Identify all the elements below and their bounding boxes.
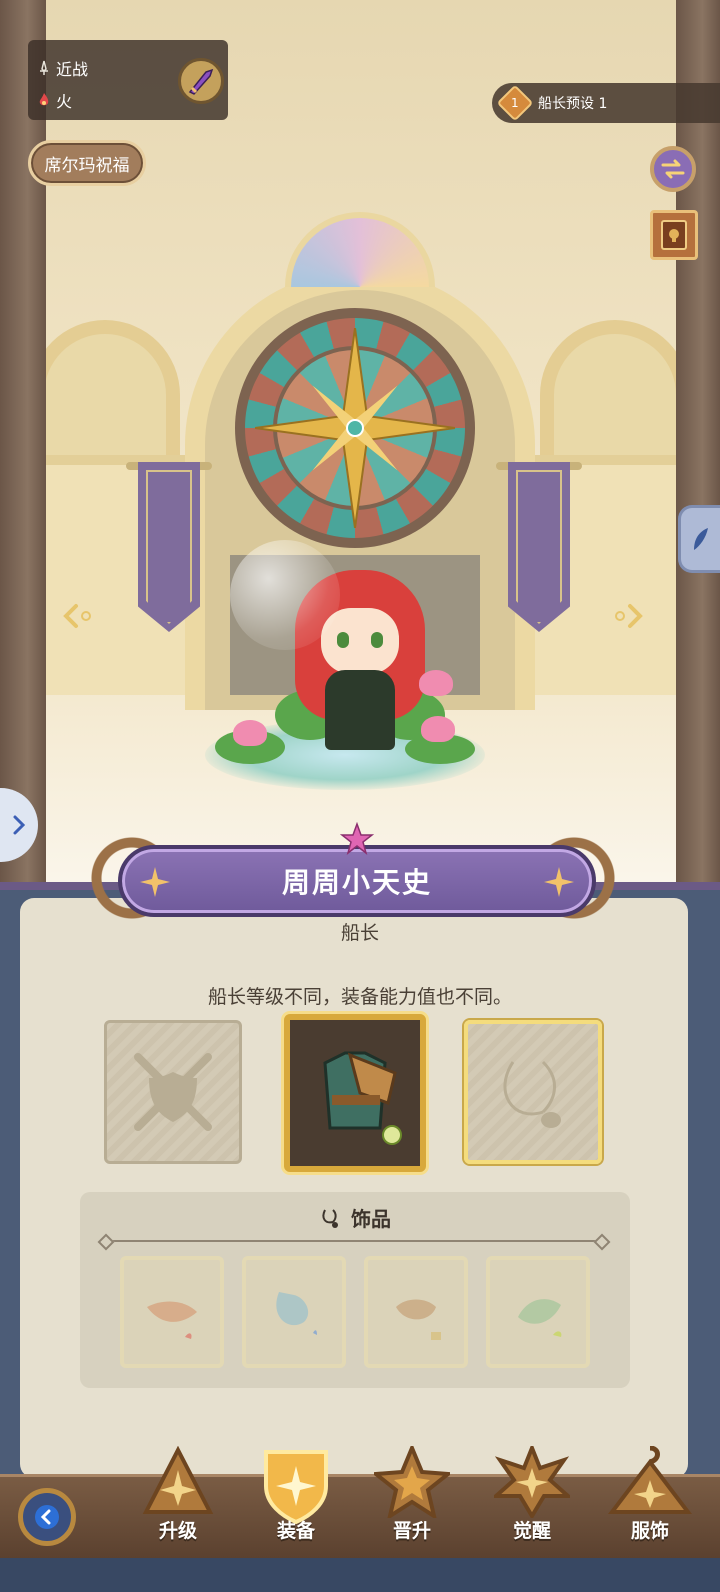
equipment-hint: 船长等级不同，装备能力值也不同。 (207, 986, 512, 1008)
lock-chest-icon (661, 220, 687, 250)
side-tab-button[interactable] (678, 505, 720, 573)
side-arch-left (30, 320, 180, 460)
chevron-left-icon (63, 604, 91, 628)
accessory-card[interactable] (120, 1256, 224, 1368)
crossed-swords-shield-icon (134, 1053, 212, 1131)
side-arch-right (540, 320, 690, 460)
swap-arrows-icon (661, 159, 685, 179)
preset-label: 船长预设 1 (538, 96, 608, 112)
water-amulet-accessory-icon (276, 1292, 317, 1335)
earth-amulet-accessory-icon (396, 1299, 441, 1340)
accessory-slot[interactable] (464, 1020, 602, 1164)
character-eye (371, 632, 383, 648)
attack-type-label: 近战 (56, 60, 89, 79)
stained-glass-window (285, 212, 435, 287)
bubble-effect (230, 540, 340, 650)
awaken-burst-icon (494, 1446, 570, 1518)
attack-type-row: 近战 (36, 56, 88, 80)
archive-button[interactable] (650, 210, 698, 260)
accessory-section-title: 饰品 (80, 1203, 630, 1232)
hanger-icon (608, 1446, 692, 1514)
character-scene (0, 0, 720, 900)
sword-icon (40, 60, 48, 75)
armor-icon (323, 1051, 402, 1145)
character-eye (337, 632, 349, 648)
wind-amulet-accessory-icon (518, 1299, 562, 1337)
nav-awaken-label: 觉醒 (512, 1520, 551, 1542)
nav-equipment-label: 装备 (276, 1520, 315, 1542)
nav-awaken-tab[interactable]: 觉醒 (482, 1440, 582, 1550)
accessory-card[interactable] (486, 1256, 590, 1368)
rarity-star-icon (340, 822, 374, 855)
compass-star-icon (255, 328, 455, 528)
accessory-card[interactable] (364, 1256, 468, 1368)
blade-weapon-icon (188, 68, 214, 95)
fire-gem-accessory-icon (147, 1301, 197, 1339)
upgrade-icon (142, 1446, 214, 1514)
selma-blessing-button[interactable]: 席尔玛祝福 (28, 140, 146, 186)
necklace-icon (503, 1060, 561, 1128)
character-role: 船长 (340, 922, 379, 944)
compass-star-icon (544, 867, 574, 897)
character-body (325, 670, 395, 750)
promote-star-icon (374, 1446, 450, 1518)
system-strip (0, 1558, 720, 1592)
previous-scene-arrow[interactable] (62, 602, 96, 630)
shield-icon (264, 1450, 328, 1524)
nav-costume-label: 服饰 (630, 1520, 669, 1542)
nav-equipment-tab[interactable]: 装备 (246, 1440, 346, 1550)
next-scene-arrow[interactable] (610, 602, 644, 630)
armor-slot[interactable] (284, 1014, 426, 1172)
pillar-right (676, 0, 720, 900)
compass-star-icon (140, 867, 170, 897)
captain-preset-selector[interactable]: 1 船长预设 1 (492, 83, 720, 123)
element-label: 火 (56, 92, 73, 111)
chevron-right-icon (615, 604, 643, 628)
lotus-flower (421, 716, 455, 742)
accessory-title-label: 饰品 (351, 1207, 391, 1231)
compass-window (235, 308, 475, 548)
necklace-icon (322, 1208, 338, 1228)
character-name: 周周小天史 (281, 866, 432, 899)
attribute-panel: 近战 火 (28, 40, 228, 120)
weapon-slot[interactable] (104, 1020, 242, 1164)
preset-number-badge: 1 (496, 84, 534, 122)
lotus-flower (233, 720, 267, 746)
lotus-flower (419, 670, 453, 696)
swap-captain-button[interactable] (650, 146, 696, 192)
chevron-right-icon (13, 815, 26, 835)
back-button[interactable] (18, 1488, 76, 1546)
weapon-type-badge[interactable] (178, 58, 224, 104)
feather-icon (693, 528, 708, 550)
moon-banner-right (508, 462, 570, 632)
pillar-left (0, 0, 46, 900)
selma-blessing-label: 席尔玛祝福 (44, 155, 130, 176)
fire-element-icon (39, 93, 49, 106)
nav-promote-tab[interactable]: 晋升 (362, 1440, 462, 1550)
nav-costume-tab[interactable]: 服饰 (600, 1440, 700, 1550)
element-row: 火 (36, 88, 72, 112)
nav-promote-label: 晋升 (392, 1520, 431, 1542)
accessory-card[interactable] (242, 1256, 346, 1368)
nav-upgrade-label: 升级 (158, 1520, 197, 1542)
section-divider (104, 1240, 604, 1242)
chevron-left-icon (35, 1505, 59, 1529)
nav-upgrade-tab[interactable]: 升级 (128, 1440, 228, 1550)
moon-banner-left (138, 462, 200, 632)
